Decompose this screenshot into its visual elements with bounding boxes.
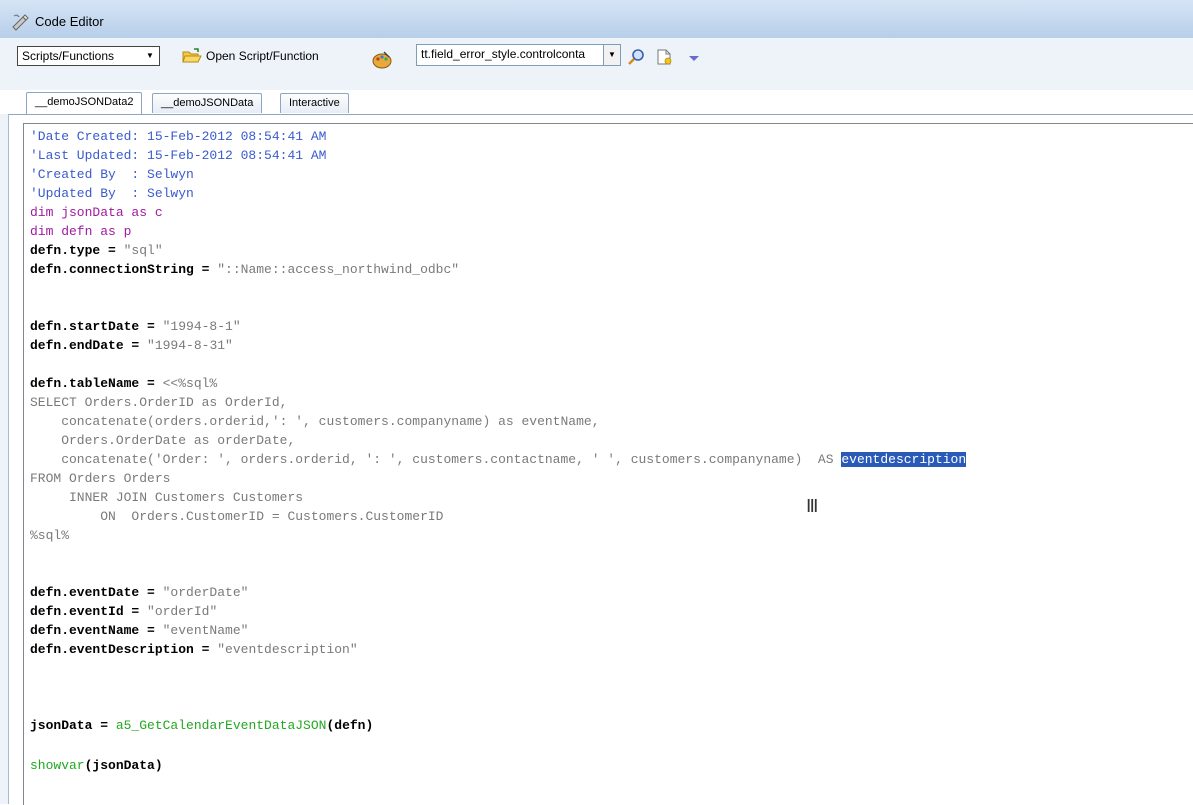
code-string: "orderId" [147, 604, 218, 619]
code-line: defn.eventDescription = "eventdescriptio… [30, 640, 358, 659]
tab-demojsondata2[interactable]: __demoJSONData2 [26, 92, 143, 114]
find-button[interactable] [626, 47, 646, 67]
code-line: defn.connectionString = "::Name::access_… [30, 260, 459, 279]
code-token: defn.eventDate = [30, 585, 163, 600]
code-line: jsonData = a5_GetCalendarEventDataJSON(d… [30, 716, 373, 735]
code-token: defn.startDate = [30, 319, 163, 334]
code-token: (jsonData) [84, 758, 163, 773]
code-function: a5_GetCalendarEventDataJSON [115, 718, 327, 733]
tab-demojsondata[interactable]: __demoJSONData [152, 93, 263, 113]
selected-text: eventdescription [841, 452, 967, 467]
code-line: defn.type = "sql" [30, 241, 163, 260]
code-line: defn.eventName = "eventName" [30, 621, 248, 640]
palette-icon [372, 51, 392, 69]
tab-label: __demoJSONData [161, 97, 254, 109]
code-line: concatenate(orders.orderid,': ', custome… [30, 414, 600, 429]
tab-strip: __demoJSONData2 __demoJSONData Interacti… [0, 90, 1193, 115]
text-cursor-icon: Ⅲ [806, 496, 819, 516]
field-select-value: tt.field_error_style.controlconta [421, 47, 586, 61]
code-line: Orders.OrderDate as orderDate, [30, 433, 296, 448]
code-line: SELECT Orders.OrderID as OrderId, [30, 395, 288, 410]
code-line: %sql% [30, 528, 70, 543]
code-editor-icon [12, 14, 29, 31]
code-line: defn.eventDate = "orderDate" [30, 583, 248, 602]
open-script-label: Open Script/Function [206, 49, 319, 63]
title-bar: Code Editor [0, 0, 1193, 39]
code-string: "1994-8-1" [162, 319, 241, 334]
scripts-functions-select-value: Scripts/Functions [22, 49, 115, 63]
scripts-functions-select[interactable]: Scripts/Functions ▼ [17, 46, 160, 66]
code-editor-area[interactable]: 'Date Created: 15-Feb-2012 08:54:41 AM '… [23, 123, 1193, 805]
code-string: "1994-8-31" [147, 338, 233, 353]
code-token: defn.eventDescription = [30, 642, 218, 657]
code-function: showvar [30, 758, 85, 773]
code-string: "sql" [123, 243, 163, 258]
tab-interactive[interactable]: Interactive [280, 93, 349, 113]
code-line: defn.endDate = "1994-8-31" [30, 336, 233, 355]
code-string: "eventdescription" [217, 642, 358, 657]
window-title: Code Editor [35, 14, 104, 29]
code-line: ON Orders.CustomerID = Customers.Custome… [30, 509, 444, 524]
code-string: "orderDate" [162, 585, 249, 600]
code-token: defn.endDate = [30, 338, 148, 353]
open-folder-icon [182, 48, 202, 63]
code-line: FROM Orders Orders [30, 471, 171, 486]
code-token: defn.eventName = [30, 623, 163, 638]
more-options-button[interactable] [684, 48, 704, 68]
code-token: defn.type = [30, 243, 124, 258]
chevron-down-icon [689, 56, 699, 61]
tab-label: __demoJSONData2 [35, 96, 134, 108]
code-token: concatenate('Order: ', orders.orderid, '… [30, 452, 842, 467]
code-line: defn.startDate = "1994-8-1" [30, 317, 241, 336]
dropdown-arrow-icon: ▼ [603, 45, 620, 65]
magnifier-icon [628, 49, 644, 65]
code-token: defn.eventId = [30, 604, 148, 619]
dropdown-arrow-icon: ▼ [146, 51, 154, 60]
code-token: (defn) [326, 718, 374, 733]
code-line: INNER JOIN Customers Customers [30, 490, 304, 505]
code-line: defn.tableName = <<%sql% [30, 374, 217, 393]
code-string: "eventName" [162, 623, 249, 638]
code-line: defn.eventId = "orderId" [30, 602, 217, 621]
document-icon [657, 49, 672, 65]
code-line: concatenate('Order: ', orders.orderid, '… [30, 450, 967, 469]
code-line: 'Updated By : Selwyn [30, 186, 194, 201]
palette-button[interactable] [372, 50, 392, 70]
code-string: <<%sql% [162, 376, 218, 391]
left-gutter [0, 114, 9, 804]
field-select[interactable]: tt.field_error_style.controlconta ▼ [416, 44, 621, 66]
code-line: 'Created By : Selwyn [30, 167, 194, 182]
code-token: defn.connectionString = [30, 262, 218, 277]
open-script-button[interactable]: Open Script/Function [182, 48, 319, 64]
code-line: 'Date Created: 15-Feb-2012 08:54:41 AM [30, 129, 327, 144]
toolbar: Scripts/Functions ▼ Open Script/Function… [0, 38, 1193, 90]
code-line: showvar(jsonData) [30, 756, 163, 775]
code-line: dim defn as p [30, 224, 132, 239]
code-line: 'Last Updated: 15-Feb-2012 08:54:41 AM [30, 148, 327, 163]
code-line: dim jsonData as c [30, 205, 163, 220]
tab-label: Interactive [289, 97, 340, 109]
code-token: defn.tableName = [30, 376, 163, 391]
code-string: "::Name::access_northwind_odbc" [217, 262, 460, 277]
code-token: jsonData = [30, 718, 116, 733]
new-document-button[interactable] [654, 47, 674, 67]
